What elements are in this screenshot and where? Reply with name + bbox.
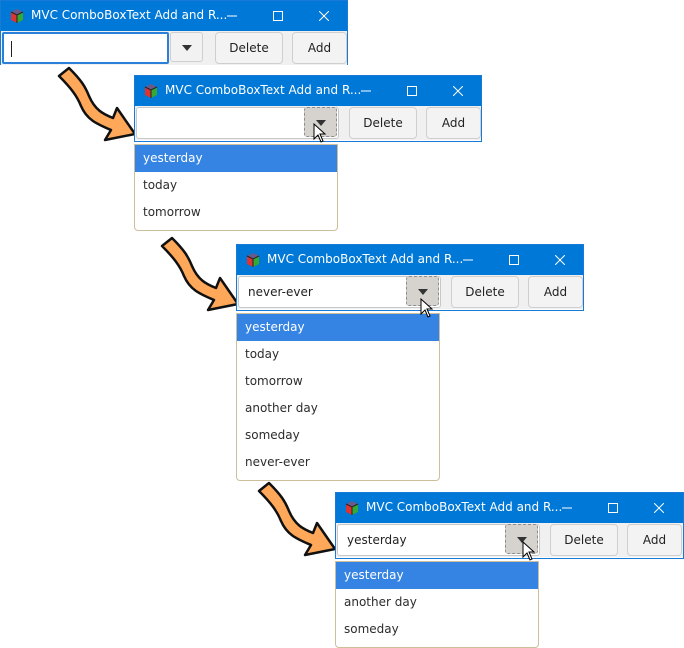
title-bar[interactable]: MVC ComboBoxText Add and R... xyxy=(135,76,481,106)
title-bar[interactable]: MVC ComboBoxText Add and R... xyxy=(237,245,583,275)
popup-item[interactable]: another day xyxy=(237,395,439,422)
maximize-button[interactable] xyxy=(590,493,636,523)
curved-arrow-icon xyxy=(57,66,137,142)
popup-item[interactable]: someday xyxy=(237,422,439,449)
close-icon xyxy=(453,86,463,96)
maximize-button[interactable] xyxy=(491,245,537,275)
delete-button[interactable]: Delete xyxy=(215,32,283,64)
curved-arrow-icon xyxy=(257,481,337,557)
delete-button[interactable]: Delete xyxy=(349,107,417,139)
text-caret xyxy=(11,41,12,57)
gtk-cube-icon xyxy=(246,253,260,267)
popup-item[interactable]: yesterday xyxy=(237,314,439,341)
combo-entry[interactable] xyxy=(2,32,169,64)
toolbar-row: Delete Add xyxy=(135,106,481,140)
popup-item[interactable]: yesterday xyxy=(336,562,538,589)
window-3: MVC ComboBoxText Add and R... never-ever… xyxy=(236,244,584,311)
close-button[interactable] xyxy=(636,493,682,523)
toolbar-row: yesterday Delete Add xyxy=(336,523,683,557)
toolbar-row: never-ever Delete Add xyxy=(237,275,583,309)
popup-item[interactable]: yesterday xyxy=(135,145,337,172)
popup-item[interactable]: another day xyxy=(336,589,538,616)
maximize-icon xyxy=(608,503,618,513)
window-title: MVC ComboBoxText Add and R... xyxy=(31,8,228,22)
minimize-button[interactable] xyxy=(445,245,491,275)
combo-entry-text: never-ever xyxy=(248,285,313,299)
minimize-icon xyxy=(463,259,473,261)
maximize-button[interactable] xyxy=(389,76,435,106)
gtk-cube-icon xyxy=(345,501,359,515)
maximize-icon xyxy=(273,11,283,21)
popup-item[interactable]: tomorrow xyxy=(237,368,439,395)
triangle-down-icon xyxy=(182,45,192,51)
minimize-button[interactable] xyxy=(209,1,255,31)
minimize-icon xyxy=(227,15,237,17)
window-title: MVC ComboBoxText Add and R... xyxy=(366,500,563,514)
mouse-pointer-icon xyxy=(420,298,434,318)
popup-item[interactable]: tomorrow xyxy=(135,199,337,226)
mouse-pointer-icon xyxy=(313,123,327,143)
combo-popup-list: yesterday today tomorrow xyxy=(134,144,338,231)
combo-entry-text: yesterday xyxy=(347,533,407,547)
maximize-icon xyxy=(509,255,519,265)
title-bar[interactable]: MVC ComboBoxText Add and R... xyxy=(336,493,683,523)
curved-arrow-icon xyxy=(160,236,240,312)
combo-popup-list: yesterday today tomorrow another day som… xyxy=(236,313,440,481)
mouse-pointer-icon xyxy=(522,541,536,561)
close-icon xyxy=(555,255,565,265)
delete-button[interactable]: Delete xyxy=(451,276,519,308)
minimize-button[interactable] xyxy=(544,493,590,523)
add-button[interactable]: Add xyxy=(292,32,347,64)
minimize-button[interactable] xyxy=(343,76,389,106)
gtk-cube-icon xyxy=(10,9,24,23)
minimize-icon xyxy=(562,507,572,509)
maximize-button[interactable] xyxy=(255,1,301,31)
window-title: MVC ComboBoxText Add and R... xyxy=(267,252,464,266)
window-1: MVC ComboBoxText Add and R... Delete Add xyxy=(0,0,348,65)
window-4: MVC ComboBoxText Add and R... yesterday … xyxy=(335,492,684,559)
close-icon xyxy=(319,11,329,21)
add-button[interactable]: Add xyxy=(426,107,481,139)
delete-button[interactable]: Delete xyxy=(550,524,618,556)
title-bar[interactable]: MVC ComboBoxText Add and R... xyxy=(1,1,347,31)
popup-item[interactable]: someday xyxy=(336,616,538,643)
gtk-cube-icon xyxy=(144,84,158,98)
minimize-icon xyxy=(361,90,371,92)
add-button[interactable]: Add xyxy=(528,276,583,308)
popup-item[interactable]: never-ever xyxy=(237,449,439,476)
close-button[interactable] xyxy=(301,1,347,31)
toolbar-row: Delete Add xyxy=(1,31,347,65)
maximize-icon xyxy=(407,86,417,96)
popup-item[interactable]: today xyxy=(237,341,439,368)
combo-dropdown-button[interactable] xyxy=(170,32,203,62)
add-button[interactable]: Add xyxy=(627,524,682,556)
combo-popup-list: yesterday another day someday xyxy=(335,561,539,648)
popup-item[interactable]: today xyxy=(135,172,337,199)
window-2: MVC ComboBoxText Add and R... Delete Add xyxy=(134,75,482,142)
close-icon xyxy=(654,503,664,513)
close-button[interactable] xyxy=(537,245,583,275)
triangle-down-icon xyxy=(418,289,428,295)
window-title: MVC ComboBoxText Add and R... xyxy=(165,83,362,97)
close-button[interactable] xyxy=(435,76,481,106)
